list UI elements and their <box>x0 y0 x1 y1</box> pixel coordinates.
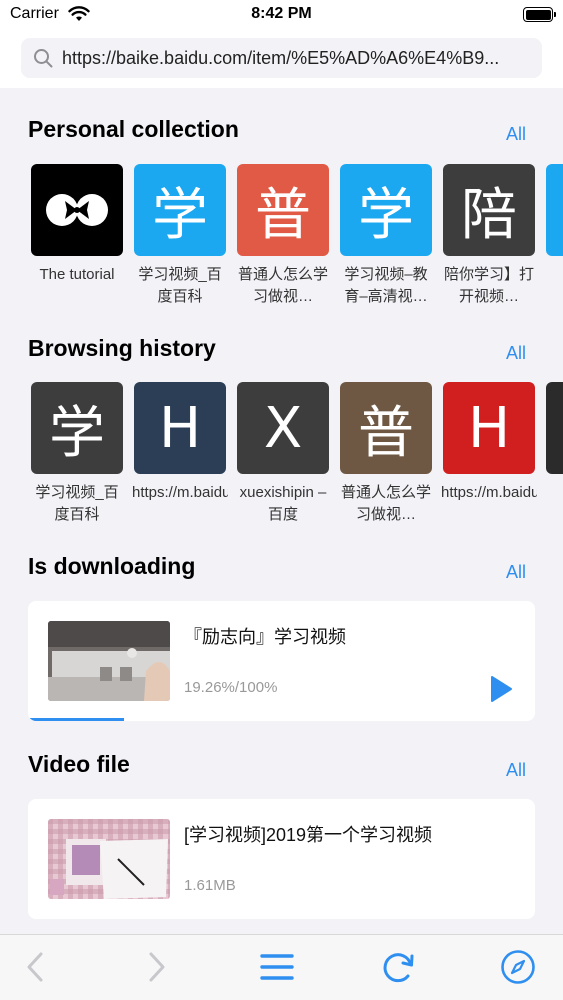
address-bar-container: https://baike.baidu.com/item/%E5%AD%A6%E… <box>0 30 563 88</box>
collection-tile-icon: 普 <box>237 164 329 256</box>
history-tile[interactable]: 普普通人怎么学习做视… <box>340 382 432 526</box>
history-tile-label: https://m.baidu.c… <box>132 484 228 501</box>
download-progress-fill <box>28 718 125 721</box>
download-thumbnail <box>48 621 170 701</box>
refresh-icon[interactable] <box>380 949 416 985</box>
address-bar[interactable]: https://baike.baidu.com/item/%E5%AD%A6%E… <box>21 38 542 78</box>
history-tile-label: 普通人怎么学习做视… <box>340 484 431 523</box>
video-thumbnail <box>48 819 170 899</box>
download-progress-text: 19.26%/100% <box>184 679 278 696</box>
menu-icon[interactable] <box>259 949 295 985</box>
history-tile-icon: H <box>443 382 535 474</box>
collection-tile-label: 频 <box>544 264 563 308</box>
status-bar: Carrier 8:42 PM <box>0 0 563 30</box>
history-tile-label: https://m.baidu.c… <box>441 484 537 501</box>
collection-tile-label: 陪你学习】打开视频… <box>443 266 534 305</box>
download-item[interactable]: 『励志向』学习视频 19.26%/100% <box>28 601 535 721</box>
video-file-item[interactable]: [学习视频]2019第一个学习视频 1.61MB <box>28 799 535 919</box>
personal-collection-list: The tutorial 学学习视频_百度百科普普通人怎么学习做视… 学学习视频–教… <box>31 164 563 314</box>
video-file-title-text: [学习视频]2019第一个学习视频 <box>184 825 433 845</box>
browsing-history-all-link[interactable]: All <box>506 343 526 364</box>
collection-tile-label: 学习视频_百度百科 <box>138 266 222 305</box>
collection-tile[interactable]: 陪陪你学习】打开视频… <box>443 164 535 308</box>
history-tile[interactable]: Hhttps://m.baidu.c… <box>441 382 537 526</box>
history-tile-icon: 学 <box>31 382 123 474</box>
history-tile-label: xuexishipin – 百度 <box>239 484 327 523</box>
history-tile[interactable]: xu <box>546 382 563 526</box>
search-icon <box>34 49 53 68</box>
forward-icon[interactable] <box>138 949 174 985</box>
download-title: 『励志向』学习视频 <box>184 627 346 647</box>
history-tile-icon <box>546 382 563 474</box>
url-text[interactable]: https://baike.baidu.com/item/%E5%AD%A6%E… <box>62 48 532 69</box>
collection-tile[interactable]: 学学习视频_百度百科 <box>134 164 226 308</box>
history-tile-label: 学习视频_百度百科 <box>35 484 119 523</box>
history-tile[interactable]: 学学习视频_百度百科 <box>31 382 123 526</box>
bottom-toolbar <box>0 934 563 1000</box>
collection-tile-icon: 学 <box>134 164 226 256</box>
collection-tile-label: 普通人怎么学习做视… <box>237 266 328 305</box>
is-downloading-title: Is downloading <box>28 553 196 579</box>
collection-tile-icon: 学 <box>340 164 432 256</box>
history-tile[interactable]: Xxuexishipin – 百度 <box>237 382 329 526</box>
collection-tile-label: The tutorial <box>39 266 115 283</box>
collection-tile-label: 学习视频–教育–高清视… <box>344 266 428 305</box>
video-file-title: Video file <box>28 751 130 777</box>
video-file-all-link[interactable]: All <box>506 760 526 781</box>
battery-icon <box>523 7 556 22</box>
history-tile-icon: H <box>134 382 226 474</box>
history-tile-icon: X <box>237 382 329 474</box>
is-downloading-all-link[interactable]: All <box>506 562 526 583</box>
browsing-history-title: Browsing history <box>28 335 216 361</box>
history-tile-icon: 普 <box>340 382 432 474</box>
download-progress-bar <box>28 718 535 721</box>
collection-tile-icon: 陪 <box>443 164 535 256</box>
collection-tile[interactable]: 普普通人怎么学习做视… <box>237 164 329 308</box>
status-time: 8:42 PM <box>251 5 312 22</box>
video-file-size: 1.61MB <box>184 877 236 894</box>
collection-tile[interactable]: The tutorial <box>31 164 123 308</box>
personal-collection-title: Personal collection <box>28 116 239 142</box>
collection-tile[interactable]: 学学习视频–教育–高清视… <box>340 164 432 308</box>
history-tile-label: xu <box>544 482 563 526</box>
collection-tile-icon <box>546 164 563 256</box>
bowtie-logo-icon <box>46 194 108 226</box>
collection-tile-icon <box>31 164 123 256</box>
back-icon[interactable] <box>18 949 54 985</box>
play-icon[interactable] <box>489 675 513 703</box>
collection-tile[interactable]: 频 <box>546 164 563 308</box>
history-tile[interactable]: Hhttps://m.baidu.c… <box>132 382 228 526</box>
browsing-history-list: 学学习视频_百度百科Hhttps://m.baidu.c…Xxuexishipi… <box>31 382 563 532</box>
personal-collection-all-link[interactable]: All <box>506 124 526 145</box>
compass-icon[interactable] <box>500 949 536 985</box>
